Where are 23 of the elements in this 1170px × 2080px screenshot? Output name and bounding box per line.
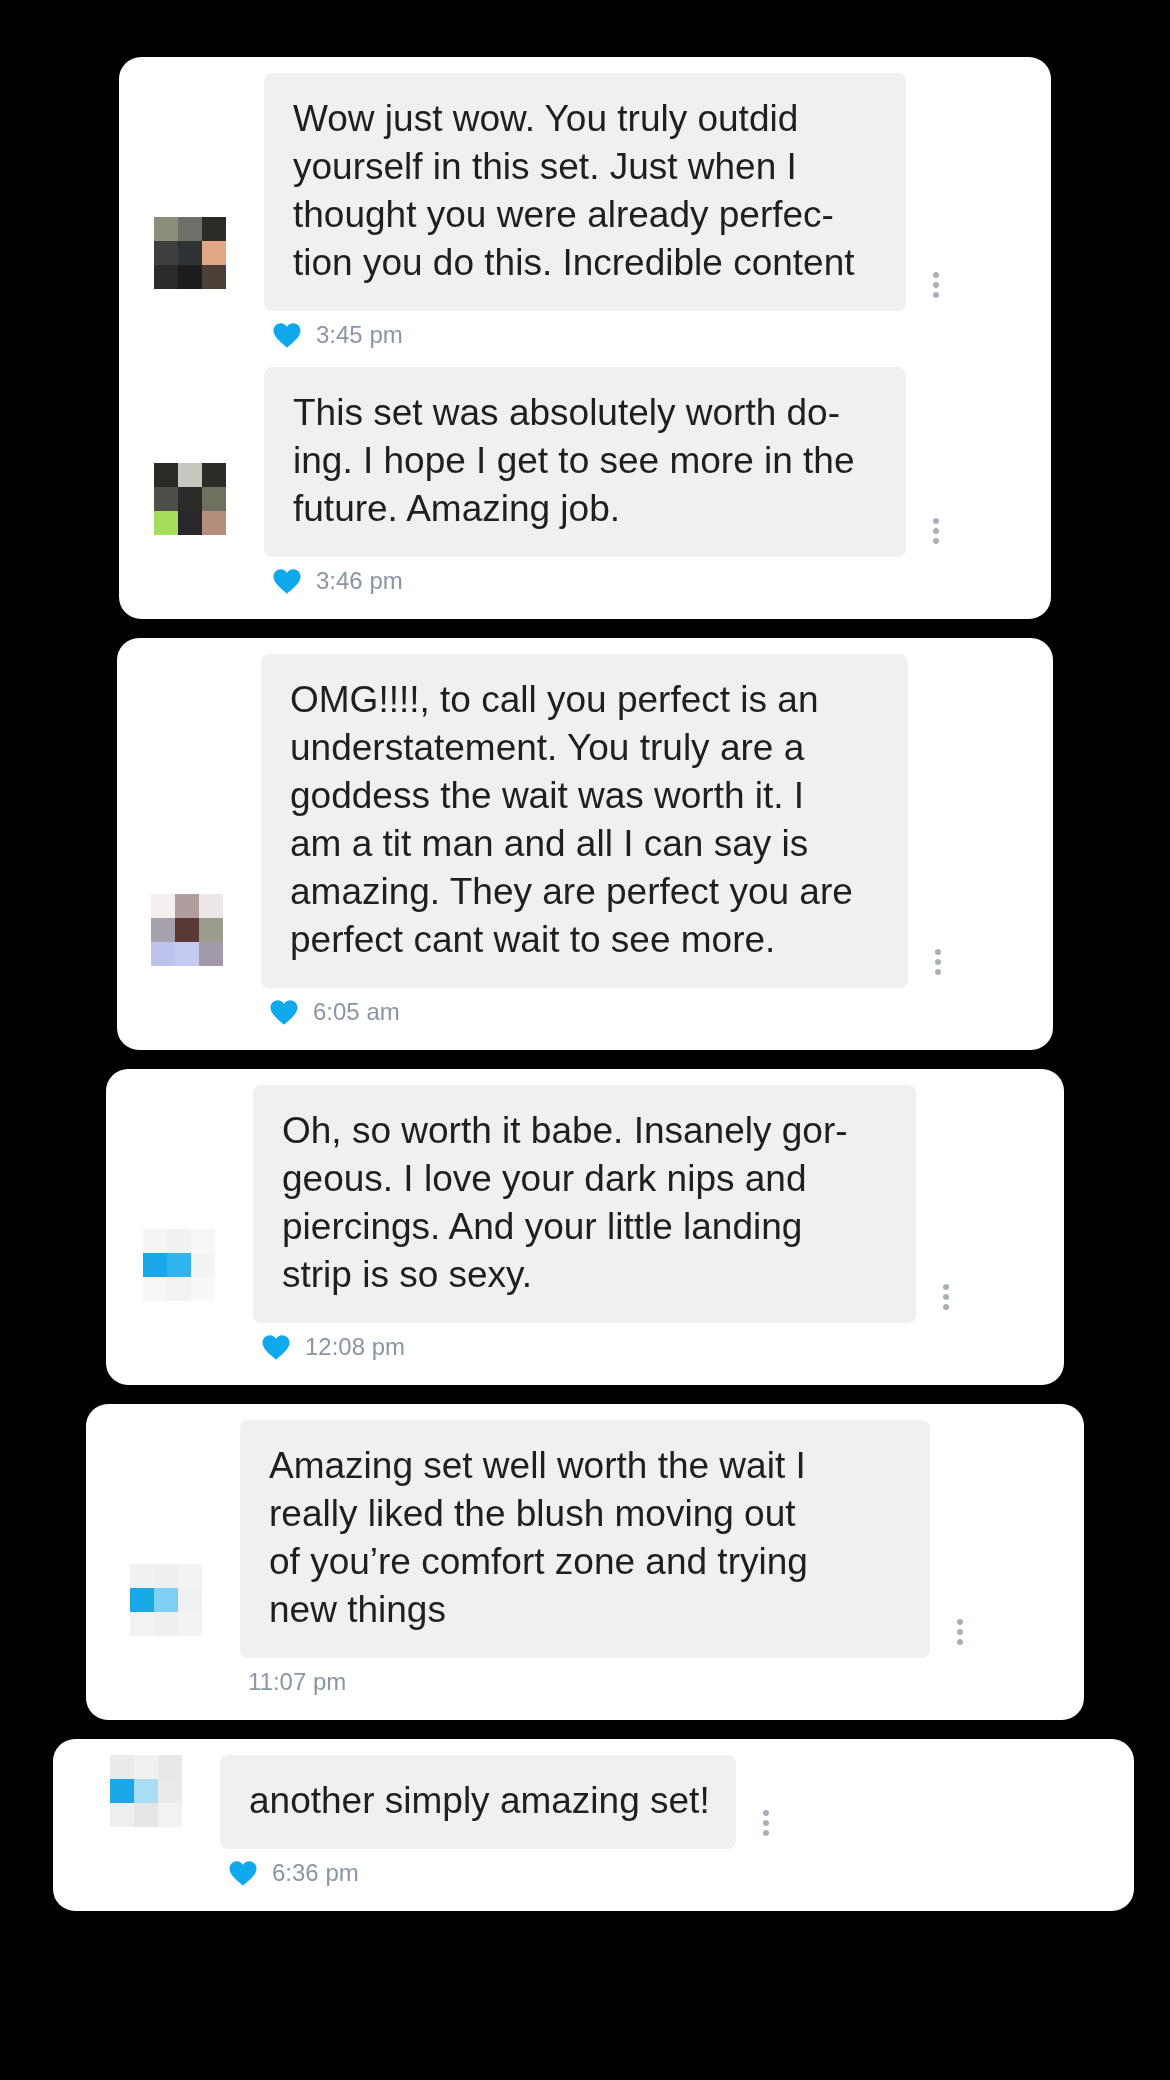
more-icon[interactable] <box>956 1618 964 1646</box>
message-text: OMG!!!!, to call you perfect is an understatement. You truly are a goddess the wait was worth it. I am a tit man and all I can say is amazing. They are perfect you are perfect cant wait to see more. <box>290 678 854 962</box>
heart-icon[interactable] <box>269 998 299 1026</box>
message-text: another simply amazing set! <box>249 1779 710 1823</box>
message-text: Wow just wow. You truly outdid yourself in this set. Just when I thought you were already perfec- tion you do this. Incredible content <box>293 97 856 285</box>
heart-icon[interactable] <box>272 567 302 595</box>
timestamp: 3:46 pm <box>316 567 403 595</box>
timestamp: 6:05 am <box>313 998 400 1026</box>
more-icon[interactable] <box>934 948 942 976</box>
heart-icon[interactable] <box>228 1859 258 1887</box>
heart-icon[interactable] <box>272 321 302 349</box>
more-icon[interactable] <box>942 1283 950 1311</box>
more-icon[interactable] <box>932 517 940 545</box>
more-icon[interactable] <box>932 271 940 299</box>
heart-icon[interactable] <box>261 1333 291 1361</box>
timestamp: 12:08 pm <box>305 1333 406 1361</box>
timestamp: 6:36 pm <box>272 1859 359 1887</box>
timestamp: 3:45 pm <box>316 321 403 349</box>
message-text: Oh, so worth it babe. Insanely gor- geous. I love your dark nips and piercings. And your little landing strip is so sexy. <box>282 1109 849 1297</box>
more-icon[interactable] <box>761 1809 770 1837</box>
timestamp: 11:07 pm <box>248 1668 347 1696</box>
message-text: This set was absolutely worth do- ing. I hope I get to see more in the future. Amazing job. <box>293 391 856 531</box>
message-text: Amazing set well worth the wait I really liked the blush moving out of you’re comfort zone and trying new things <box>269 1444 809 1632</box>
